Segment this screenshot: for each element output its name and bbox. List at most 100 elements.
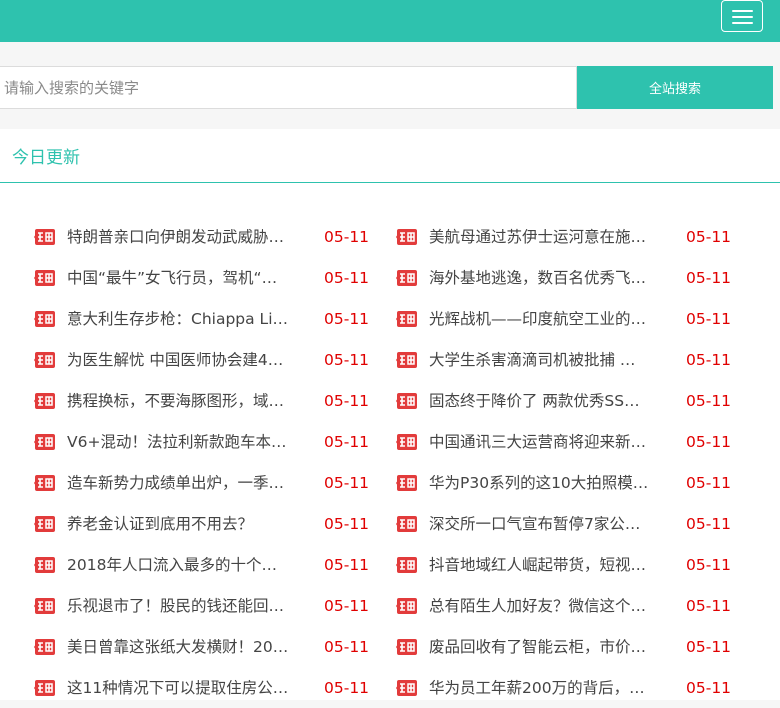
news-date: 05-11 <box>324 228 370 246</box>
news-item[interactable]: 这11种情况下可以提取住房公… 05-11 <box>33 667 378 708</box>
news-title-link[interactable]: 中国“最牛”女飞行员，驾机“闯… <box>67 267 291 289</box>
menu-toggle-button[interactable] <box>721 0 763 32</box>
new-badge-icon <box>33 597 57 615</box>
news-item[interactable]: 华为员工年薪200万的背后，… 05-11 <box>395 667 740 708</box>
news-title-link[interactable]: 2018年人口流入最多的十个… <box>67 554 291 576</box>
news-title-link[interactable]: 光辉战机——印度航空工业的… <box>429 308 653 330</box>
news-title-link[interactable]: 美航母通过苏伊士运河意在施… <box>429 226 653 248</box>
news-title-link[interactable]: 华为P30系列的这10大拍照模… <box>429 472 653 494</box>
news-item[interactable]: 养老金认证到底用不用去？ 05-11 <box>33 503 378 544</box>
news-item[interactable]: 乐视退市了！股民的钱还能回… 05-11 <box>33 585 378 626</box>
news-date: 05-11 <box>324 269 370 287</box>
new-badge-icon <box>395 474 419 492</box>
news-title-link[interactable]: 废品回收有了智能云柜，市价… <box>429 636 653 658</box>
new-badge-icon <box>33 515 57 533</box>
news-title-link[interactable]: 固态终于降价了 两款优秀SS… <box>429 390 653 412</box>
news-title-link[interactable]: V6+混动！法拉利新款跑车本… <box>67 431 291 453</box>
new-badge-icon <box>33 474 57 492</box>
news-date: 05-11 <box>686 392 732 410</box>
news-date: 05-11 <box>686 228 732 246</box>
news-item[interactable]: 光辉战机——印度航空工业的… 05-11 <box>395 298 740 339</box>
news-title-link[interactable]: 华为员工年薪200万的背后，… <box>429 677 653 699</box>
news-title-link[interactable]: 乐视退市了！股民的钱还能回… <box>67 595 291 617</box>
news-date: 05-11 <box>324 679 370 697</box>
news-title-link[interactable]: 携程换标，不要海豚图形，域… <box>67 390 291 412</box>
news-date: 05-11 <box>324 310 370 328</box>
news-date: 05-11 <box>324 433 370 451</box>
news-title-link[interactable]: 海外基地逃逸，数百名优秀飞… <box>429 267 653 289</box>
news-date: 05-11 <box>686 310 732 328</box>
news-item[interactable]: 总有陌生人加好友？微信这个… 05-11 <box>395 585 740 626</box>
news-title-link[interactable]: 意大利生存步枪：Chiappa Lit… <box>67 308 291 330</box>
new-badge-icon <box>395 679 419 697</box>
new-badge-icon <box>395 310 419 328</box>
today-updates-panel: 今日更新 特朗普亲口向伊朗发动武威胁… 05-11 中国“最牛”女飞行员，驾机“闯…… <box>0 129 780 700</box>
news-item[interactable]: 2018年人口流入最多的十个… 05-11 <box>33 544 378 585</box>
news-date: 05-11 <box>686 679 732 697</box>
new-badge-icon <box>395 228 419 246</box>
news-item[interactable]: 意大利生存步枪：Chiappa Lit… 05-11 <box>33 298 378 339</box>
news-title-link[interactable]: 美日曾靠这张纸大发横财！20… <box>67 636 291 658</box>
news-date: 05-11 <box>324 392 370 410</box>
hamburger-menu-icon <box>732 10 753 12</box>
news-title-link[interactable]: 总有陌生人加好友？微信这个… <box>429 595 653 617</box>
section-title: 今日更新 <box>12 148 80 168</box>
new-badge-icon <box>33 310 57 328</box>
new-badge-icon <box>395 597 419 615</box>
new-badge-icon <box>395 515 419 533</box>
news-item[interactable]: 华为P30系列的这10大拍照模… 05-11 <box>395 462 740 503</box>
news-item[interactable]: 造车新势力成绩单出炉，一季… 05-11 <box>33 462 378 503</box>
search-bar: 全站搜索 <box>0 66 780 109</box>
news-item[interactable]: 为医生解忧 中国医师协会建4… 05-11 <box>33 339 378 380</box>
news-item[interactable]: 美日曾靠这张纸大发横财！20… 05-11 <box>33 626 378 667</box>
site-search-button[interactable]: 全站搜索 <box>577 66 773 109</box>
news-title-link[interactable]: 这11种情况下可以提取住房公… <box>67 677 291 699</box>
news-date: 05-11 <box>686 433 732 451</box>
hamburger-menu-icon-bar <box>732 22 753 24</box>
news-item[interactable]: 中国“最牛”女飞行员，驾机“闯… 05-11 <box>33 257 378 298</box>
new-badge-icon <box>33 269 57 287</box>
new-badge-icon <box>395 556 419 574</box>
news-item[interactable]: 海外基地逃逸，数百名优秀飞… 05-11 <box>395 257 740 298</box>
news-item[interactable]: V6+混动！法拉利新款跑车本… 05-11 <box>33 421 378 462</box>
news-title-link[interactable]: 大学生杀害滴滴司机被批捕 … <box>429 349 653 371</box>
news-date: 05-11 <box>686 515 732 533</box>
search-input[interactable] <box>0 66 577 109</box>
news-title-link[interactable]: 特朗普亲口向伊朗发动武威胁… <box>67 226 291 248</box>
new-badge-icon <box>395 351 419 369</box>
news-title-link[interactable]: 抖音地域红人崛起带货，短视… <box>429 554 653 576</box>
news-title-link[interactable]: 造车新势力成绩单出炉，一季… <box>67 472 291 494</box>
news-date: 05-11 <box>324 638 370 656</box>
news-date: 05-11 <box>686 269 732 287</box>
news-item[interactable]: 抖音地域红人崛起带货，短视… 05-11 <box>395 544 740 585</box>
news-date: 05-11 <box>686 351 732 369</box>
new-badge-icon <box>33 392 57 410</box>
new-badge-icon <box>33 351 57 369</box>
news-title-link[interactable]: 深交所一口气宣布暂停7家公… <box>429 513 653 535</box>
news-date: 05-11 <box>324 597 370 615</box>
news-title-link[interactable]: 中国通讯三大运营商将迎来新… <box>429 431 653 453</box>
news-title-link[interactable]: 养老金认证到底用不用去？ <box>67 513 291 535</box>
news-date: 05-11 <box>686 638 732 656</box>
news-item[interactable]: 特朗普亲口向伊朗发动武威胁… 05-11 <box>33 216 378 257</box>
section-divider <box>0 182 780 183</box>
news-title-link[interactable]: 为医生解忧 中国医师协会建4… <box>67 349 291 371</box>
news-item[interactable]: 中国通讯三大运营商将迎来新… 05-11 <box>395 421 740 462</box>
news-date: 05-11 <box>686 556 732 574</box>
hamburger-menu-icon-bar <box>732 16 753 18</box>
news-item[interactable]: 深交所一口气宣布暂停7家公… 05-11 <box>395 503 740 544</box>
new-badge-icon <box>395 433 419 451</box>
news-item[interactable]: 大学生杀害滴滴司机被批捕 … 05-11 <box>395 339 740 380</box>
new-badge-icon <box>33 679 57 697</box>
news-item[interactable]: 固态终于降价了 两款优秀SS… 05-11 <box>395 380 740 421</box>
news-date: 05-11 <box>324 351 370 369</box>
new-badge-icon <box>395 269 419 287</box>
news-item[interactable]: 携程换标，不要海豚图形，域… 05-11 <box>33 380 378 421</box>
news-item[interactable]: 废品回收有了智能云柜，市价… 05-11 <box>395 626 740 667</box>
news-date: 05-11 <box>686 474 732 492</box>
news-date: 05-11 <box>686 597 732 615</box>
news-item[interactable]: 美航母通过苏伊士运河意在施… 05-11 <box>395 216 740 257</box>
new-badge-icon <box>395 392 419 410</box>
new-badge-icon <box>33 638 57 656</box>
new-badge-icon <box>33 433 57 451</box>
